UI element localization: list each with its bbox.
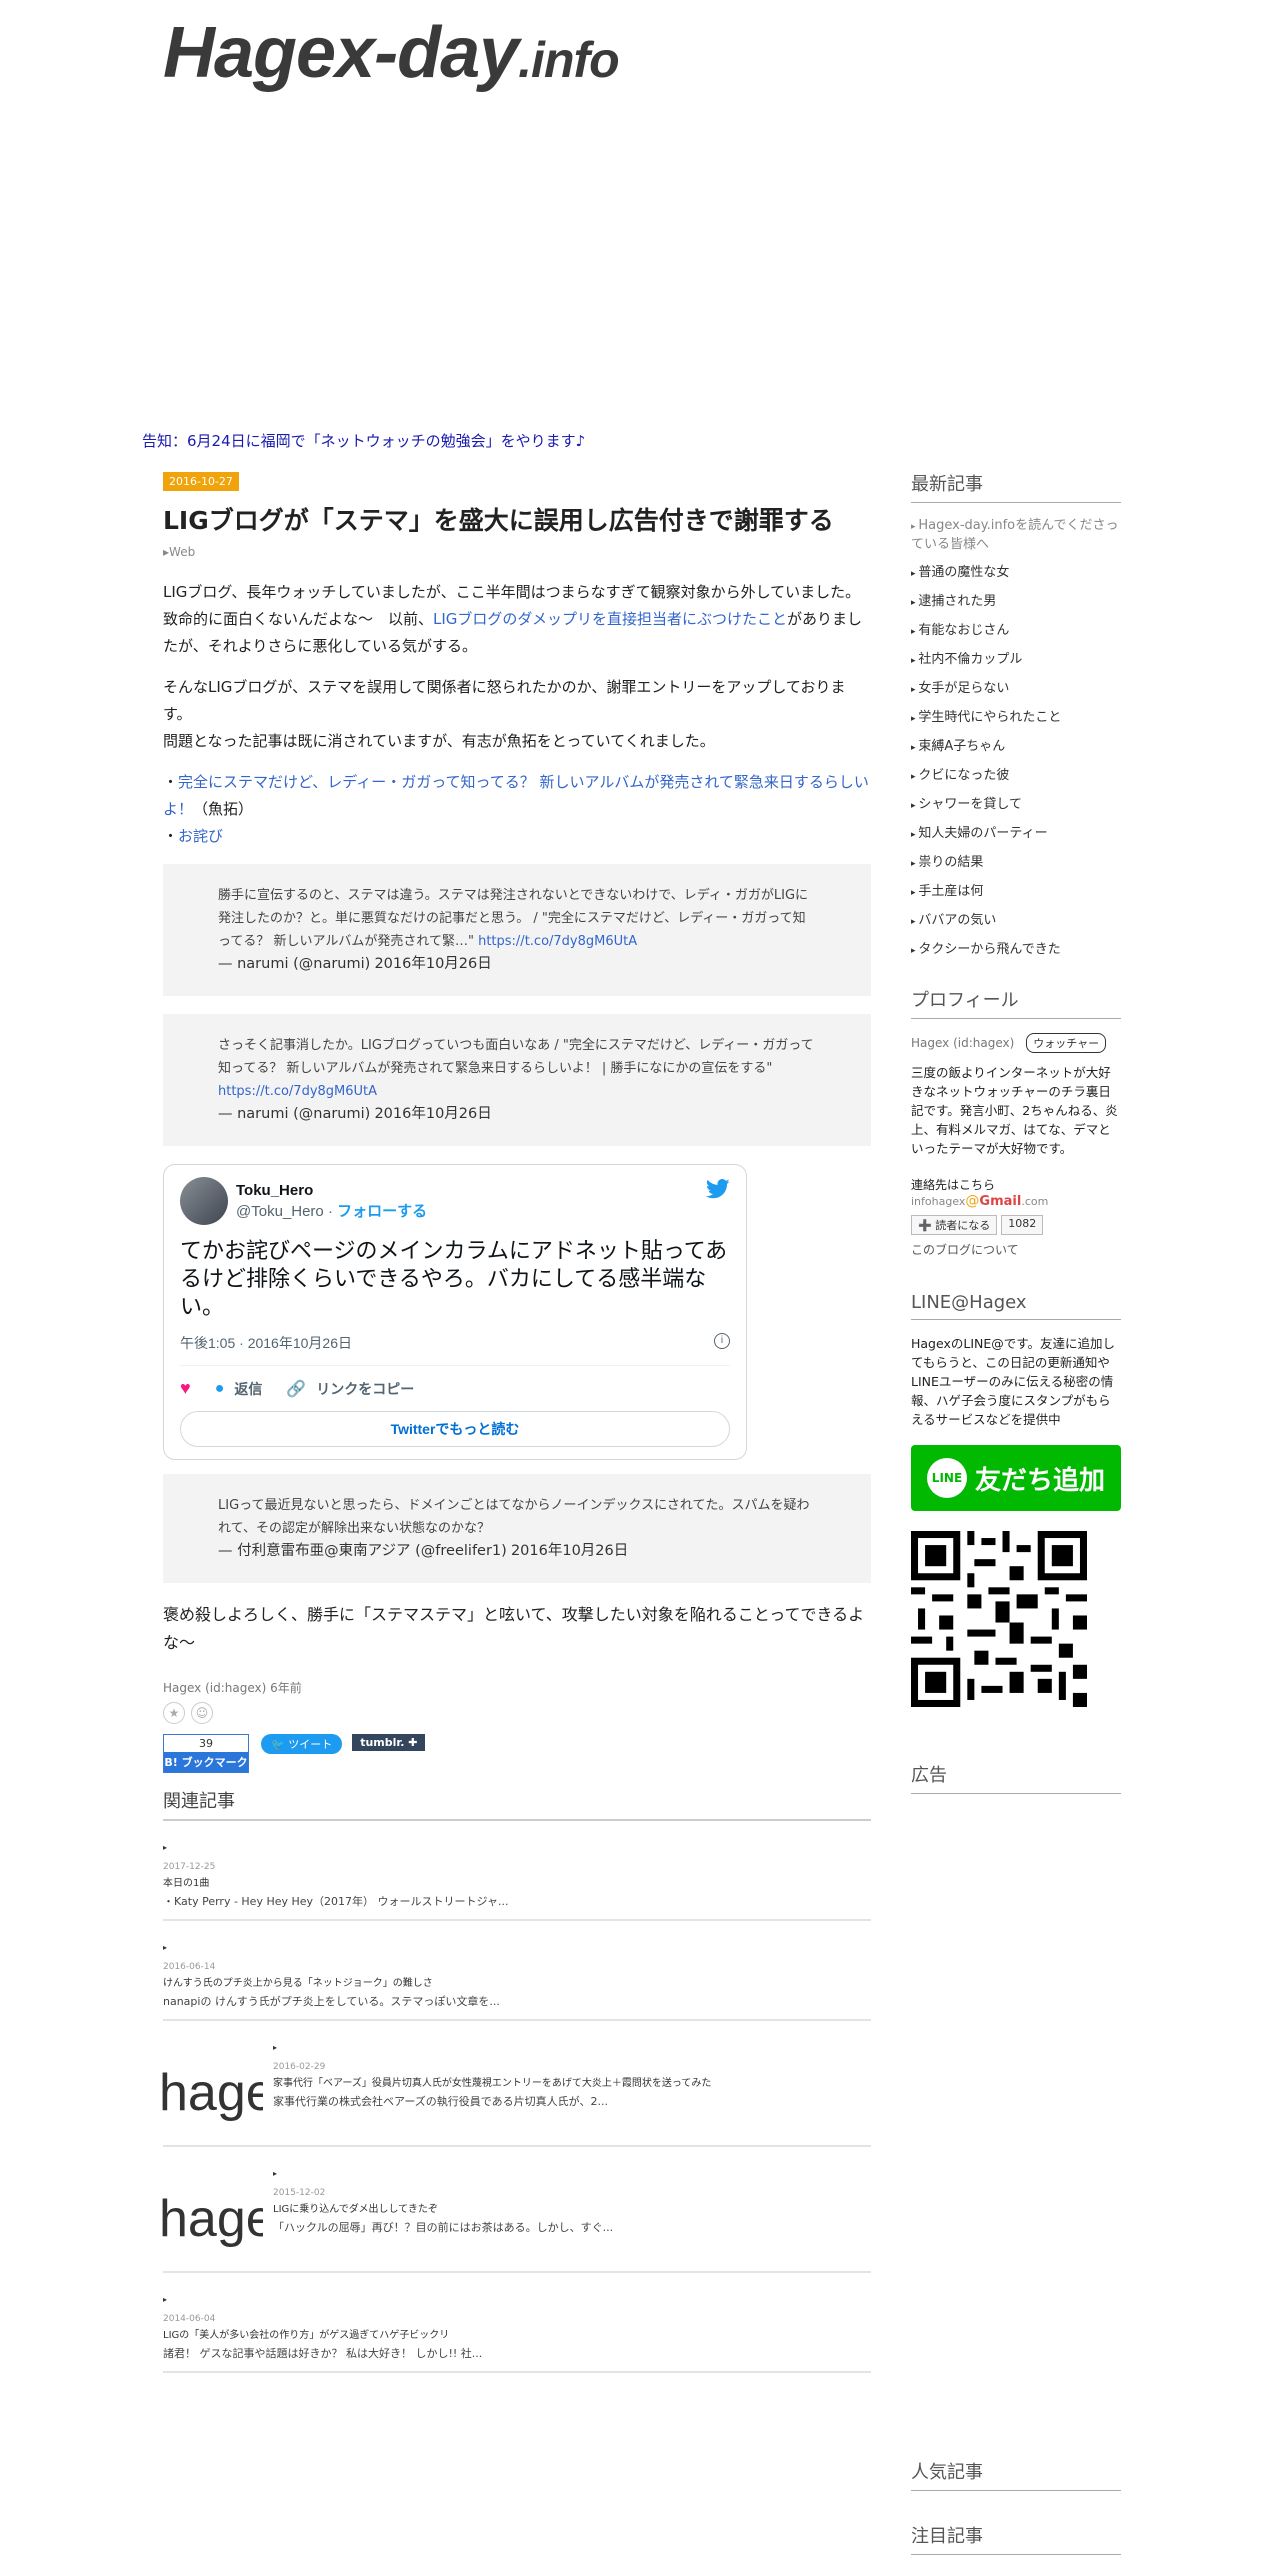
author-line: Hagex (id:hagex) 6年前 (163, 1681, 302, 1695)
closing-paragraph: 褒め殺しよろしく、勝手に「ステマステマ」と呟いて、攻撃したい対象を陥れることって… (163, 1605, 865, 1652)
list-item[interactable]: クビになった彼 (911, 767, 1121, 786)
embedded-quote-1: 勝手に宣伝するのと、ステマは違う。ステマは発注されないとできないわけで、レディ・… (163, 864, 871, 996)
lig-link[interactable]: LIGブログのダメップリを直接担当者にぶつけたこと (433, 610, 787, 628)
entry-body: LIGブログ、長年ウォッチしていましたが、ここ半年間はつまらなすぎて観察対象から… (163, 579, 871, 1583)
star-user-icon[interactable]: ☺ (191, 1702, 213, 1724)
list-item[interactable]: ババアの気い (911, 912, 1121, 931)
list-item[interactable]: 祟りの結果 (911, 854, 1121, 873)
reader-widget: ➕ 読者になる 1082 (911, 1215, 1121, 1235)
list-item[interactable]: ▸ 2016-06-14 けんすう氏のプチ炎上から見る「ネットジョーク」の難しさ… (163, 1921, 871, 2021)
add-star-icon[interactable]: ★ (163, 1702, 185, 1724)
recent-heading: 最新記事 (911, 470, 1121, 503)
featured-heading: 注目記事 (911, 2522, 1121, 2555)
related-list: ▸ 2017-12-25 本日の1曲 ・Katy Perry - Hey Hey… (159, 1821, 871, 2373)
tweet-timestamp: 午後1:05 · 2016年10月26日 i (180, 1333, 730, 1366)
list-item[interactable]: 逮捕された男 (911, 593, 1121, 612)
quote-date-link[interactable]: 2016年10月26日 (374, 956, 491, 972)
list-item[interactable]: 手土産は何 (911, 883, 1121, 902)
thumbnail[interactable]: hage (159, 2189, 263, 2249)
tweet-author-name[interactable]: Toku_Hero (236, 1180, 427, 1201)
watcher-badge[interactable]: ウォッチャー (1026, 1033, 1107, 1053)
read-more-button[interactable]: Twitterでもっと読む (180, 1411, 730, 1447)
list-item[interactable]: hage ▸ 2016-02-29 家事代行「ベアーズ」役員片切真人氏が女性蔑視… (159, 2021, 871, 2147)
share-buttons: 39 B! ブックマーク 🐦 ツイート tumblr. ✚ (163, 1734, 871, 1773)
paragraph-2: そんなLIGブログが、ステマを誤用して関係者に怒られたかのか、謝罪エントリーをア… (163, 678, 846, 750)
embedded-tweet: Toku_Hero @Toku_Hero · フォローする てかお詫びページのメ… (163, 1164, 747, 1460)
thumbnail[interactable]: hage (159, 2063, 263, 2123)
contact: 連絡先はこちら infohagex@Gmail.com (911, 1178, 1049, 1209)
hatena-bookmark-button[interactable]: 39 B! ブックマーク (163, 1734, 249, 1773)
list-item[interactable]: hage ▸ 2015-12-02 LIGに乗り込んでダメ出ししてきたぞ 「ハッ… (159, 2147, 871, 2273)
list-item[interactable]: ▸ 2017-12-25 本日の1曲 ・Katy Perry - Hey Hey… (163, 1821, 871, 1921)
about-link[interactable]: このブログについて (911, 1241, 1121, 1258)
reader-count: 1082 (1001, 1215, 1044, 1235)
quote-date-link[interactable]: 2016年10月26日 (374, 1106, 491, 1122)
gyotaku-link[interactable]: 完全にステマだけど、レディー・ガガって知ってる？ 新しいアルバムが発売されて緊急… (163, 773, 869, 818)
tweet-share-button[interactable]: 🐦 ツイート (261, 1734, 343, 1754)
list-item[interactable]: 女手が足らない (911, 680, 1121, 699)
twitter-bird-icon[interactable] (705, 1179, 730, 1204)
quote-link[interactable]: https://t.co/7dy8gM6UtA (478, 934, 637, 949)
ad-heading: 広告 (911, 1761, 1121, 1794)
notice-link[interactable]: 告知：6月24日に福岡で「ネットウォッチの勉強会」をやります♪ (142, 430, 585, 451)
tweet-text: てかお詫びページのメインカラムにアドネット貼ってあるけど排除くらいできるやろ。バ… (180, 1238, 728, 1319)
embedded-quote-2: さっそく記事消したか。LIGブログっていつも面白いなあ / "完全にステマだけど… (163, 1014, 871, 1146)
avatar[interactable] (180, 1177, 228, 1225)
popular-heading: 人気記事 (911, 2458, 1121, 2491)
line-logo-icon: LINE (926, 1458, 967, 1498)
entry-title[interactable]: LIGブログが「ステマ」を盛大に誤用し広告付きで謝罪する (163, 501, 871, 537)
site-title-main: Hagex-day (163, 13, 519, 93)
profile-id-line: Hagex (id:hagex) ウォッチャー (911, 1033, 1121, 1053)
paragraph-1: LIGブログ、長年ウォッチしていましたが、ここ半年間はつまらなすぎて観察対象から… (163, 583, 862, 655)
tweet-actions: ♥ ● 返信 🔗 リンクをコピー (180, 1366, 730, 1411)
profile-description: 三度の飯よりインターネットが大好きなネットウォッチャーのチラ裏日記です。発言小町… (911, 1065, 1118, 1156)
list-item[interactable]: シャワーを貸して (911, 796, 1121, 815)
entry-category[interactable]: ▸Web (163, 545, 871, 559)
list-item[interactable]: ▸ 2014-06-04 LIGの「美人が多い会社の作り方」がゲス過ぎてハゲ子ビ… (163, 2273, 871, 2373)
heart-icon: ♥ (180, 1378, 191, 1398)
star-area: ★ ☺ (163, 1702, 871, 1724)
tumblr-share-button[interactable]: tumblr. ✚ (352, 1734, 426, 1751)
main-content: 2016-10-27 LIGブログが「ステマ」を盛大に誤用し広告付きで謝罪する … (159, 470, 871, 2373)
apology-link[interactable]: お詫び (178, 827, 223, 845)
tweet-header: Toku_Hero @Toku_Hero · フォローする (180, 1177, 730, 1225)
tweet-author-handle[interactable]: @Toku_Hero (236, 1203, 324, 1220)
quote-date-link[interactable]: 2016年10月26日 (511, 1543, 628, 1559)
sidebar: 最新記事 Hagex-day.infoを読んでくださっている皆様へ 普通の魔性な… (911, 470, 1121, 1808)
site-logo[interactable]: Hagex-day.info (163, 12, 620, 94)
line-heading: LINE@Hagex (911, 1292, 1121, 1320)
reply-button[interactable]: ● 返信 (215, 1378, 263, 1399)
embedded-quote-3: LIGって最近見ないと思ったら、ドメインごとはてなからノーインデックスにされてた… (163, 1474, 871, 1583)
list-item[interactable]: タクシーから飛んできた (911, 941, 1121, 960)
recent-list: Hagex-day.infoを読んでくださっている皆様へ 普通の魔性な女 逮捕さ… (911, 517, 1121, 960)
list-item[interactable]: 普通の魔性な女 (911, 564, 1121, 583)
qr-code-icon[interactable] (911, 1531, 1087, 1707)
site-title-suffix: .info (518, 32, 620, 88)
list-item[interactable]: 知人夫婦のパーティー (911, 825, 1121, 844)
follow-button[interactable]: フォローする (337, 1203, 427, 1220)
list-item[interactable]: 学生時代にやられたこと (911, 709, 1121, 728)
reply-icon: ● (214, 1379, 225, 1397)
subscribe-button[interactable]: ➕ 読者になる (911, 1215, 998, 1235)
list-item[interactable]: Hagex-day.infoを読んでくださっている皆様へ (911, 517, 1121, 554)
list-item[interactable]: 有能なおじさん (911, 622, 1121, 641)
copy-link-button[interactable]: 🔗 リンクをコピー (286, 1378, 414, 1399)
line-add-friend-button[interactable]: LINE 友だち追加 (911, 1445, 1121, 1511)
like-button[interactable]: ♥ (180, 1378, 191, 1399)
related-heading: 関連記事 (163, 1787, 871, 1821)
quote-link[interactable]: https://t.co/7dy8gM6UtA (218, 1084, 377, 1099)
line-description: HagexのLINE@です。友達に追加してもらうと、この日記の更新通知やLINE… (911, 1336, 1116, 1427)
list-item[interactable]: 社内不倫カップル (911, 651, 1121, 670)
link-icon: 🔗 (286, 1380, 307, 1398)
entry-date[interactable]: 2016-10-27 (163, 472, 239, 491)
list-item[interactable]: 束縛A子ちゃん (911, 738, 1121, 757)
profile-heading: プロフィール (911, 986, 1121, 1019)
paragraph-links: ・完全にステマだけど、レディー・ガガって知ってる？ 新しいアルバムが発売されて緊… (163, 773, 869, 845)
info-icon[interactable]: i (714, 1333, 730, 1349)
gmail-logo: Gmail (979, 1194, 1022, 1209)
